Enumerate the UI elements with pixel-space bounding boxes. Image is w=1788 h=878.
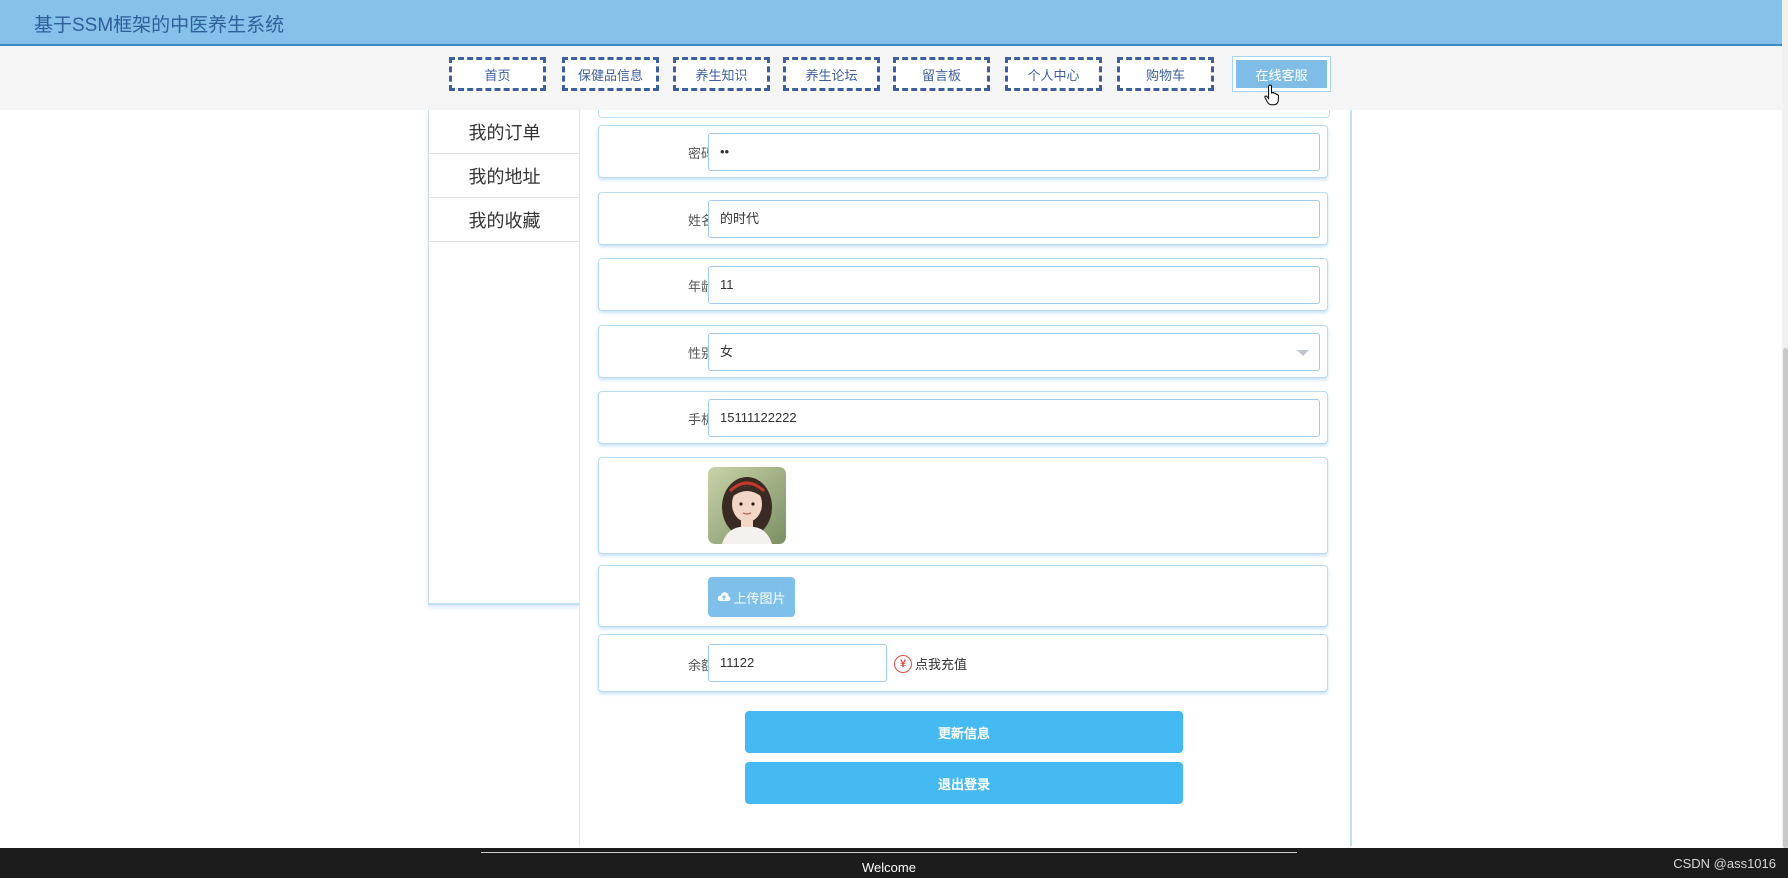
age-label: 年龄 [687, 279, 714, 294]
avatar-image [708, 467, 786, 544]
nav-health-products[interactable]: 保健品信息 [562, 57, 659, 91]
password-field[interactable]: •• [708, 133, 1320, 171]
form-row-avatar [598, 457, 1328, 554]
name-field[interactable]: 的时代 [708, 200, 1320, 238]
gender-value: 女 [720, 344, 734, 359]
form-row-partial [598, 110, 1330, 118]
nav-online-service[interactable]: 在线客服 [1232, 56, 1331, 92]
footer-welcome: Welcome [862, 860, 916, 875]
hand-pointer-icon [1264, 84, 1280, 106]
balance-label: 余额 [687, 658, 714, 673]
nav-personal-center[interactable]: 个人中心 [1005, 57, 1102, 91]
phone-label: 手机 [687, 412, 714, 427]
nav-home[interactable]: 首页 [449, 57, 546, 91]
cloud-upload-icon [718, 592, 731, 601]
recharge-link[interactable]: ¥ 点我充值 [894, 654, 967, 673]
recharge-label: 点我充值 [915, 657, 968, 672]
personal-sidebar: 我的订单 我的地址 我的收藏 [428, 110, 580, 605]
avatar [708, 467, 786, 544]
form-row-upload: 上传图片 [598, 565, 1328, 627]
sidebar-item-my-address[interactable]: 我的地址 [429, 154, 580, 198]
form-row-phone: 手机 15111122222 [598, 391, 1328, 444]
site-title: 基于SSM框架的中医养生系统 [34, 15, 285, 36]
footer-credit: CSDN @ass1016 [1673, 856, 1776, 871]
phone-field[interactable]: 15111122222 [708, 399, 1320, 437]
name-label: 姓名 [687, 213, 714, 228]
top-header: 基于SSM框架的中医养生系统 [0, 0, 1788, 46]
profile-form-panel: 密码 •• 姓名 的时代 年龄 11 性别 女 手机 15111122222 上… [579, 110, 1352, 846]
form-row-age: 年龄 11 [598, 258, 1328, 311]
upload-image-button[interactable]: 上传图片 [708, 577, 795, 617]
form-row-gender: 性别 女 [598, 325, 1328, 378]
balance-field[interactable]: 11122 [708, 644, 887, 682]
form-row-password: 密码 •• [598, 125, 1328, 178]
upload-image-label: 上传图片 [733, 590, 786, 606]
gender-select[interactable]: 女 [708, 333, 1320, 371]
logout-button[interactable]: 退出登录 [745, 762, 1183, 804]
footer: Welcome CSDN @ass1016 [0, 848, 1788, 878]
page-scrollbar-thumb[interactable] [1783, 348, 1788, 848]
gender-label: 性别 [687, 346, 714, 361]
sidebar-item-my-favorites[interactable]: 我的收藏 [429, 198, 580, 242]
yen-icon: ¥ [894, 654, 912, 673]
sidebar-item-my-orders[interactable]: 我的订单 [429, 110, 580, 154]
password-label: 密码 [687, 146, 714, 161]
chevron-down-icon [1297, 350, 1309, 356]
form-row-name: 姓名 的时代 [598, 192, 1328, 245]
main-nav: 首页 保健品信息 养生知识 养生论坛 留言板 个人中心 购物车 在线客服 [0, 46, 1782, 110]
age-field[interactable]: 11 [708, 266, 1320, 304]
nav-health-forum[interactable]: 养生论坛 [783, 57, 880, 91]
update-info-button[interactable]: 更新信息 [745, 711, 1183, 753]
nav-health-knowledge[interactable]: 养生知识 [673, 57, 770, 91]
footer-divider [481, 852, 1297, 853]
form-row-balance: 余额 11122 ¥ 点我充值 [598, 634, 1328, 692]
nav-cart[interactable]: 购物车 [1117, 57, 1214, 91]
nav-message-board[interactable]: 留言板 [893, 57, 990, 91]
